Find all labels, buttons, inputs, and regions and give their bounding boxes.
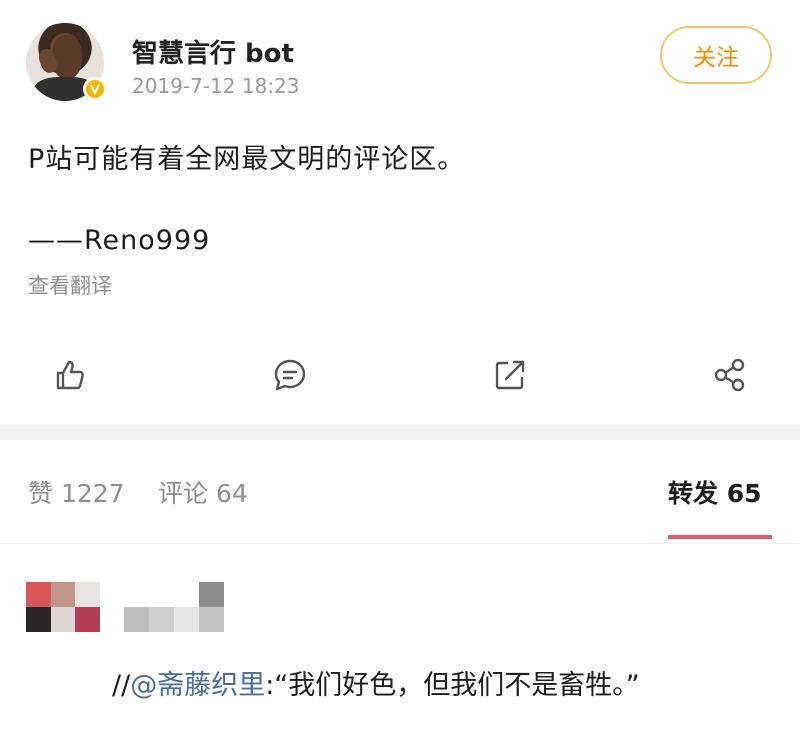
- repost-prefix: //: [112, 670, 131, 701]
- tab-reposts[interactable]: 转发 65: [668, 474, 762, 510]
- list-divider: [0, 543, 800, 544]
- tab-comments[interactable]: 评论 64: [158, 474, 248, 510]
- share-button[interactable]: [710, 355, 750, 395]
- share-icon: [714, 358, 745, 392]
- blurred-username[interactable]: [124, 582, 224, 632]
- comment-button[interactable]: [270, 355, 310, 395]
- repost-text: //@斋藤织里:“我们好色，但我们不是畜牲。”: [112, 663, 640, 702]
- translate-link[interactable]: 查看翻译: [28, 270, 112, 300]
- verified-badge-icon: [83, 77, 107, 101]
- active-tab-underline: [668, 535, 772, 539]
- section-divider: [0, 425, 800, 440]
- like-button[interactable]: [48, 355, 88, 395]
- like-icon: [56, 360, 84, 390]
- post-signature: ——Reno999: [28, 225, 211, 256]
- username[interactable]: 智慧言行 bot: [132, 33, 294, 70]
- post-text: P站可能有着全网最文明的评论区。: [28, 144, 466, 175]
- repost-quote: :“我们好色，但我们不是畜牲。”: [265, 670, 640, 701]
- tab-likes[interactable]: 赞 1227: [28, 474, 125, 510]
- comment-icon: [274, 359, 306, 391]
- blurred-avatar[interactable]: [26, 582, 100, 632]
- follow-button[interactable]: 关注: [660, 26, 772, 84]
- repost-button[interactable]: [490, 355, 530, 395]
- avatar-face: [52, 35, 82, 79]
- post-timestamp: 2019-7-12 18:23: [132, 74, 300, 98]
- repost-icon: [495, 360, 525, 390]
- mention-link[interactable]: @斋藤织里: [130, 670, 265, 701]
